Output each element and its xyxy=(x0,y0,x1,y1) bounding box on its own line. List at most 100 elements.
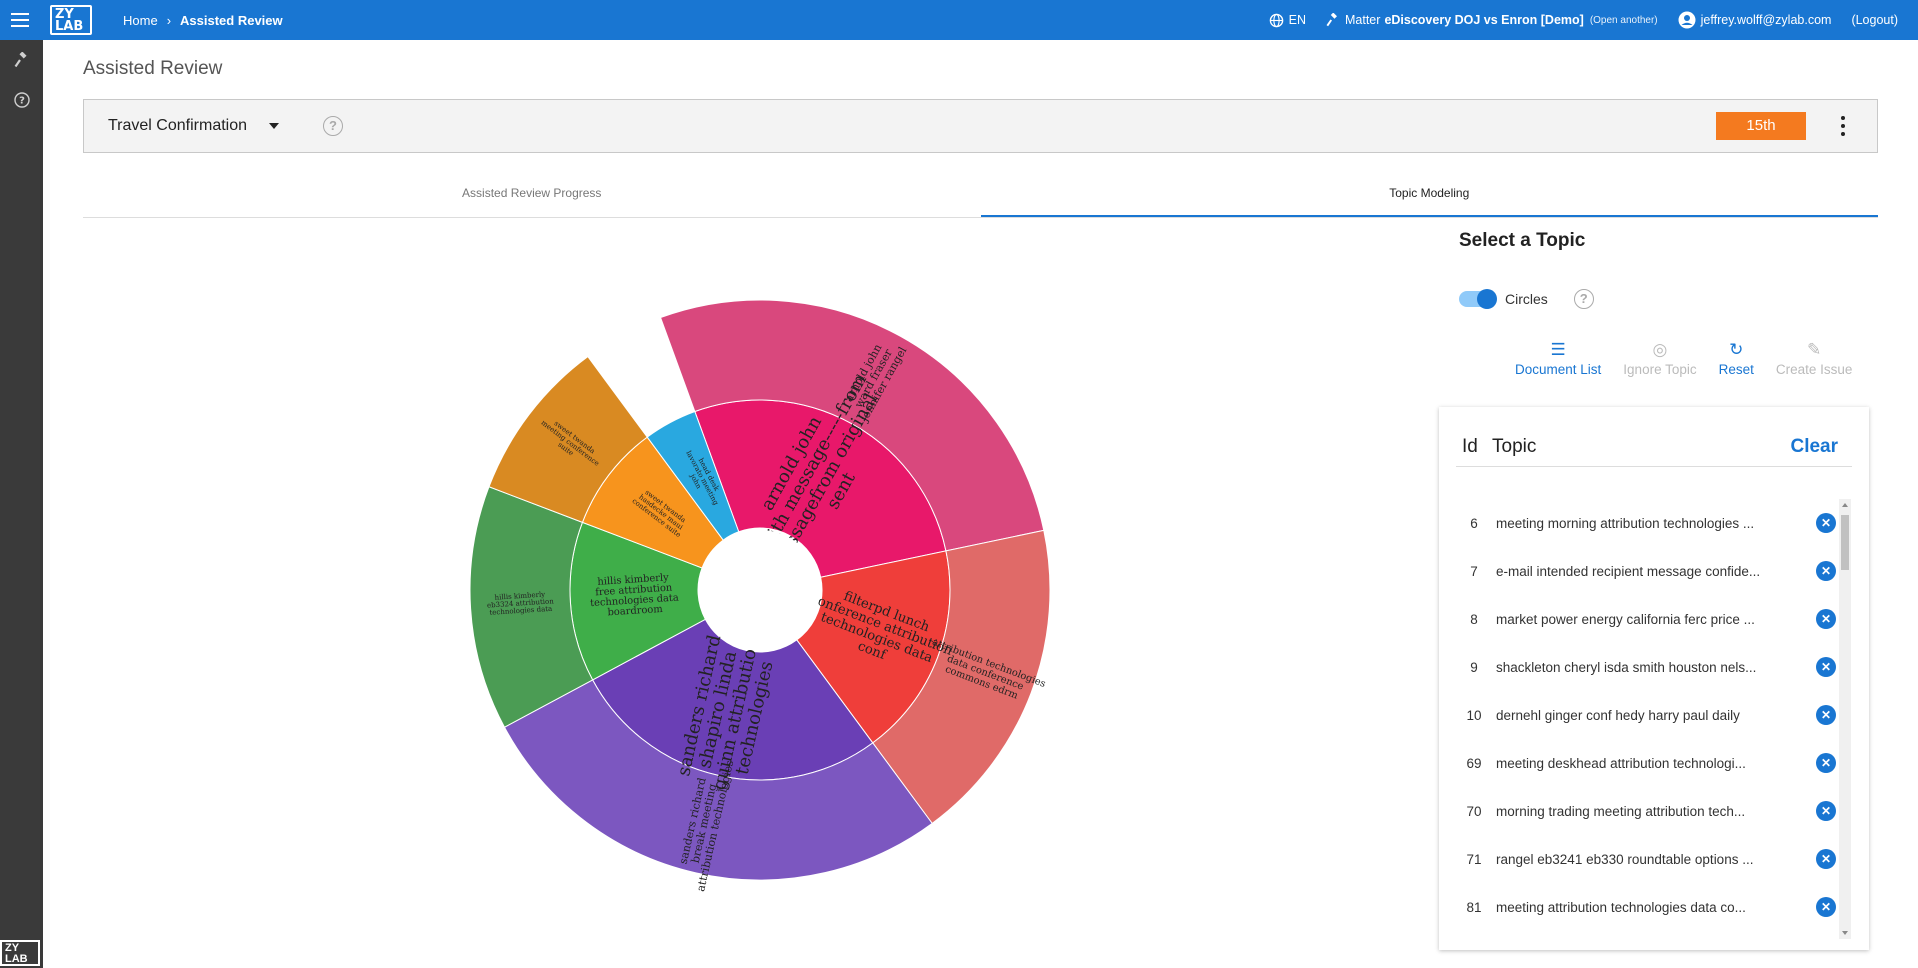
topic-id: 70 xyxy=(1466,803,1482,819)
user-account[interactable]: jeffrey.wolff@zylab.com xyxy=(1678,11,1832,29)
create-issue-label: Create Issue xyxy=(1775,362,1853,377)
circles-toggle-label: Circles xyxy=(1505,291,1548,307)
language-selector[interactable]: EN xyxy=(1269,13,1306,28)
remove-topic-icon[interactable]: ✕ xyxy=(1816,753,1836,773)
topic-name: morning trading meeting attribution tech… xyxy=(1496,803,1746,819)
sunburst-svg[interactable]: arnold johngriffith message-----frommess… xyxy=(390,220,1130,960)
create-issue-button[interactable]: ✎ Create Issue xyxy=(1776,340,1853,377)
topic-name: rangel eb3241 eb330 roundtable options .… xyxy=(1496,851,1754,867)
remove-topic-icon[interactable]: ✕ xyxy=(1816,657,1836,677)
caret-down-icon xyxy=(269,123,280,129)
page-title: Assisted Review xyxy=(83,58,223,79)
matter-selector[interactable]: Matter eDiscovery DOJ vs Enron [Demo] (O… xyxy=(1326,13,1658,27)
topic-name: meeting deskhead attribution technologi.… xyxy=(1496,755,1746,771)
pencil-icon: ✎ xyxy=(1807,340,1822,359)
remove-topic-icon[interactable]: ✕ xyxy=(1816,849,1836,869)
tab-assisted-review-progress[interactable]: Assisted Review Progress xyxy=(83,176,981,217)
sunburst-label: hillis kimberlyeb3324 attributiontechnol… xyxy=(486,590,555,617)
rank-badge[interactable]: 15th xyxy=(1716,112,1806,140)
topic-id: 69 xyxy=(1466,755,1482,771)
document-list-button[interactable]: ☰ Document List xyxy=(1515,340,1601,377)
topic-actions: ☰ Document List ◎ Ignore Topic ↻ Reset ✎… xyxy=(1515,340,1874,377)
list-item[interactable]: 9 shackleton cheryl isda smith houston ne… xyxy=(1456,643,1836,691)
topic-sunburst-chart[interactable]: arnold johngriffith message-----frommess… xyxy=(390,220,1130,960)
ignore-topic-button[interactable]: ◎ Ignore Topic xyxy=(1623,340,1696,377)
topic-id: 71 xyxy=(1466,851,1482,867)
matter-name: eDiscovery DOJ vs Enron [Demo] xyxy=(1384,13,1584,27)
remove-topic-icon[interactable]: ✕ xyxy=(1816,609,1836,629)
remove-topic-icon[interactable]: ✕ xyxy=(1816,513,1836,533)
list-item[interactable]: 70 morning trading meeting attribution te… xyxy=(1456,787,1836,835)
scroll-down-icon[interactable] xyxy=(1842,931,1848,935)
matter-label: Matter xyxy=(1345,13,1381,27)
remove-topic-icon[interactable]: ✕ xyxy=(1816,801,1836,821)
topic-name: market power energy california ferc pric… xyxy=(1496,611,1755,627)
globe-icon xyxy=(1269,13,1283,27)
eye-off-icon: ◎ xyxy=(1652,340,1668,359)
reset-button[interactable]: ↻ Reset xyxy=(1719,340,1754,377)
sidebar-help-icon[interactable]: ? xyxy=(0,80,43,120)
remove-topic-icon[interactable]: ✕ xyxy=(1816,561,1836,581)
list-icon: ☰ xyxy=(1550,340,1566,359)
help-icon[interactable]: ? xyxy=(1573,289,1594,309)
panel-title: Select a Topic xyxy=(1459,230,1586,251)
list-item[interactable]: 7 e-mail intended recipient message confi… xyxy=(1456,547,1836,595)
topic-id: 8 xyxy=(1470,611,1478,627)
topic-list: 6 meeting morning attribution technologie… xyxy=(1456,499,1836,931)
sunburst-center[interactable] xyxy=(700,530,820,650)
tab-bar: Assisted Review Progress Topic Modeling xyxy=(83,176,1878,218)
topic-selector-bar: Travel Confirmation ? 15th xyxy=(83,99,1878,153)
tab-topic-modeling[interactable]: Topic Modeling xyxy=(980,176,1878,217)
topic-name: meeting attribution technologies data co… xyxy=(1496,899,1746,915)
circles-toggle-row: Circles ? xyxy=(1459,289,1594,309)
review-topic-dropdown[interactable]: Travel Confirmation xyxy=(108,117,280,135)
top-bar: ZY LAB Home › Assisted Review EN Matter … xyxy=(0,0,1918,40)
account-circle-icon xyxy=(1678,11,1696,29)
gavel-icon xyxy=(1326,13,1337,27)
chevron-right-icon: › xyxy=(166,12,172,28)
id-column-header: Id xyxy=(1462,435,1478,457)
logout-label[interactable]: (Logout) xyxy=(1851,13,1898,27)
hamburger-menu-icon[interactable] xyxy=(0,0,40,40)
ignore-topic-label: Ignore Topic xyxy=(1623,362,1697,377)
topic-id: 10 xyxy=(1466,707,1482,723)
topic-name: meeting morning attribution technologies… xyxy=(1496,515,1755,531)
zylab-logo[interactable]: ZY LAB xyxy=(50,5,92,35)
topic-table-header: Id Topic Clear xyxy=(1456,427,1852,467)
topic-list-scrollbar[interactable] xyxy=(1839,499,1851,939)
refresh-icon: ↻ xyxy=(1729,340,1744,359)
logout-link[interactable]: (Logout) xyxy=(1851,13,1898,27)
document-list-label: Document List xyxy=(1515,362,1602,377)
topic-id: 6 xyxy=(1470,515,1478,531)
remove-topic-icon[interactable]: ✕ xyxy=(1816,897,1836,917)
list-item[interactable]: 8 market power energy california ferc pri… xyxy=(1456,595,1836,643)
review-topic-value: Travel Confirmation xyxy=(108,117,248,134)
breadcrumb-current: Assisted Review xyxy=(180,12,283,28)
scroll-up-icon[interactable] xyxy=(1842,503,1848,507)
more-vert-icon[interactable] xyxy=(1840,114,1846,138)
list-item[interactable]: 10 dernehl ginger conf hedy harry paul da… xyxy=(1456,691,1836,739)
sidebar-logo: ZY LAB xyxy=(0,940,40,966)
open-another-link[interactable]: (Open another) xyxy=(1590,15,1658,26)
left-sidebar: ? ZY LAB xyxy=(0,40,43,968)
breadcrumb-home[interactable]: Home xyxy=(123,13,158,28)
breadcrumb: Home › Assisted Review xyxy=(123,0,283,40)
scroll-thumb[interactable] xyxy=(1841,515,1849,570)
reset-label: Reset xyxy=(1718,362,1754,377)
user-email: jeffrey.wolff@zylab.com xyxy=(1700,13,1832,27)
sidebar-gavel-icon[interactable] xyxy=(0,40,43,80)
list-item[interactable]: 6 meeting morning attribution technologie… xyxy=(1456,499,1836,547)
language-label: EN xyxy=(1288,13,1306,27)
topic-name: e-mail intended recipient message confid… xyxy=(1496,563,1761,579)
header-right: EN Matter eDiscovery DOJ vs Enron [Demo]… xyxy=(1269,0,1918,40)
svg-text:?: ? xyxy=(19,96,25,107)
list-item[interactable]: 71 rangel eb3241 eb330 roundtable options… xyxy=(1456,835,1836,883)
topic-column-header: Topic xyxy=(1492,435,1537,457)
help-icon[interactable]: ? xyxy=(323,116,343,136)
circles-toggle[interactable] xyxy=(1459,289,1497,309)
list-item[interactable]: 69 meeting deskhead attribution technolog… xyxy=(1456,739,1836,787)
clear-button[interactable]: Clear xyxy=(1790,436,1852,458)
topic-id: 81 xyxy=(1466,899,1482,915)
remove-topic-icon[interactable]: ✕ xyxy=(1816,705,1836,725)
list-item[interactable]: 81 meeting attribution technologies data … xyxy=(1456,883,1836,931)
